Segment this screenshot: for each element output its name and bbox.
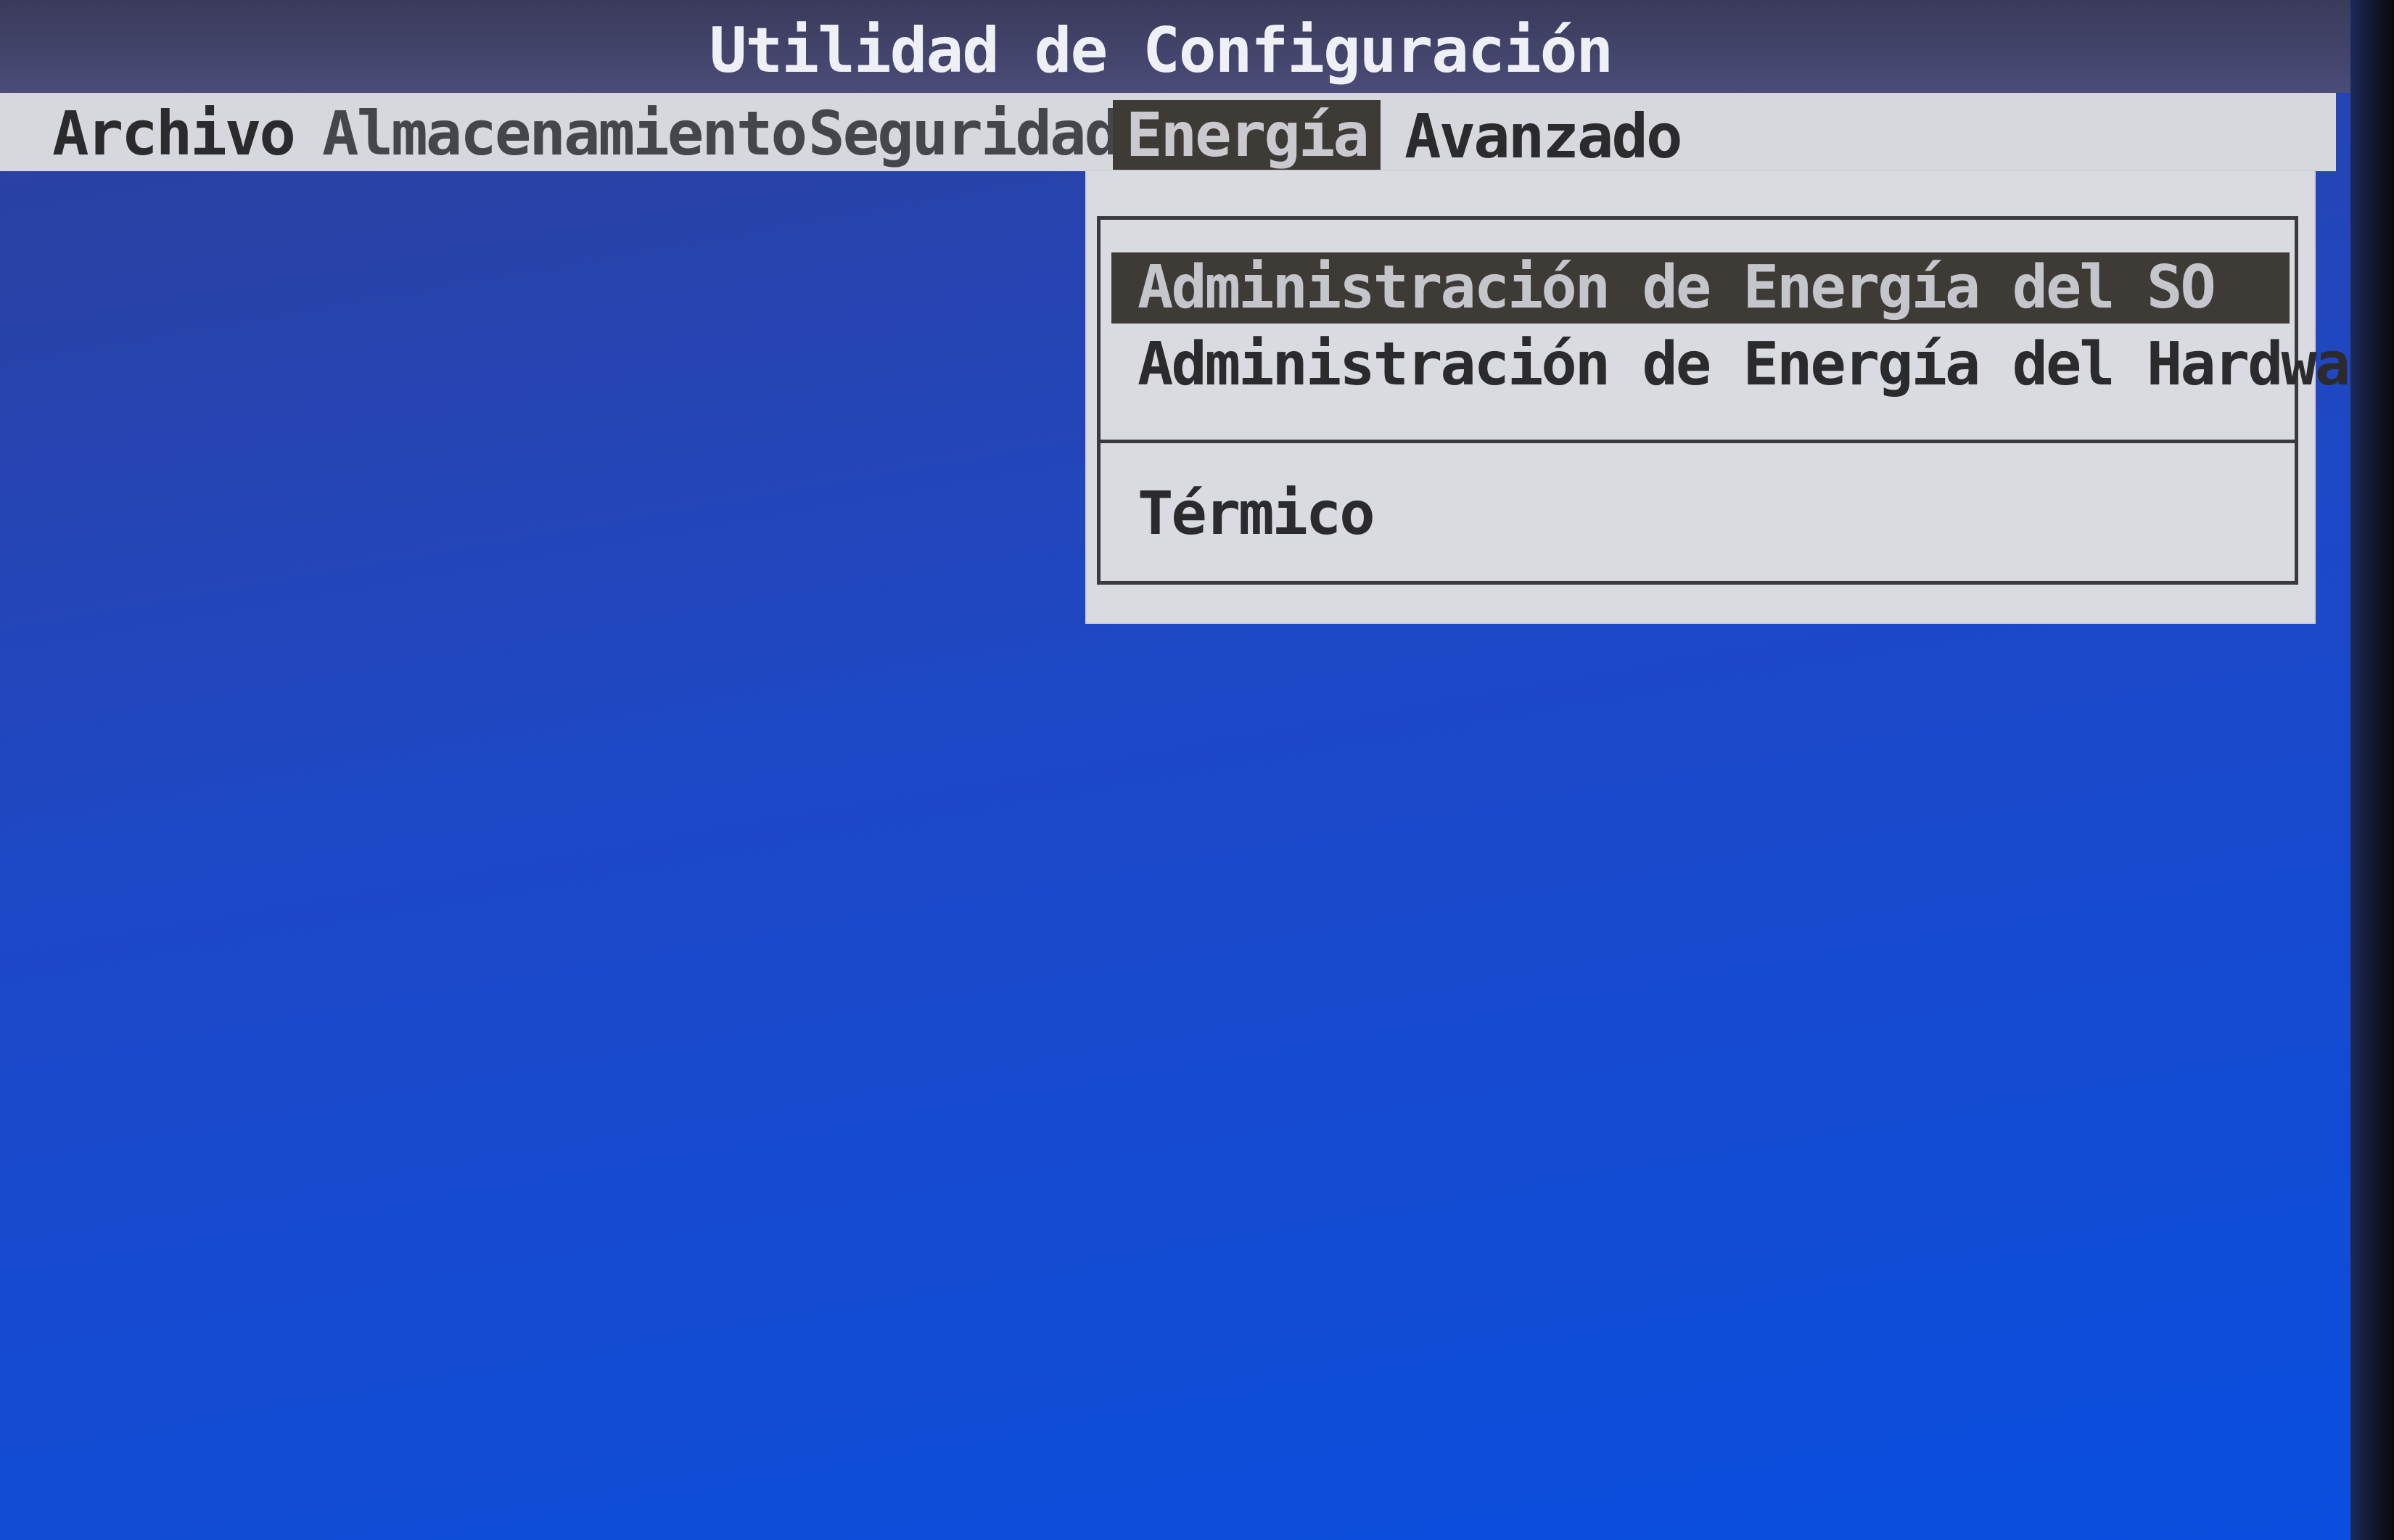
menu-archivo[interactable]: Archivo [39,99,307,168]
dropdown-item-thermal[interactable]: Térmico [1111,479,2290,550]
menu-avanzado[interactable]: Avanzado [1391,102,1694,171]
menu-seguridad[interactable]: Seguridad [795,99,1132,168]
dropdown-separator [1097,440,2298,443]
menu-almacenamiento[interactable]: Almacenamiento [309,99,818,168]
dropdown-item-hardware-power-management[interactable]: Administración de Energía del Hardware [1111,329,2394,400]
dropdown-item-os-power-management[interactable]: Administración de Energía del SO [1111,252,2290,324]
energia-dropdown-menu: Administración de Energía del SO Adminis… [1087,171,2394,622]
menu-energia[interactable]: Energía [1113,100,1381,170]
monitor-bezel [2350,0,2394,1540]
title-bar: Utilidad de Configuración [0,0,2394,93]
menu-bar: Archivo Almacenamiento Seguridad Energía… [0,93,2336,171]
window-title: Utilidad de Configuración [709,15,1613,87]
bios-screen: Utilidad de Configuración Archivo Almace… [0,0,2394,1540]
